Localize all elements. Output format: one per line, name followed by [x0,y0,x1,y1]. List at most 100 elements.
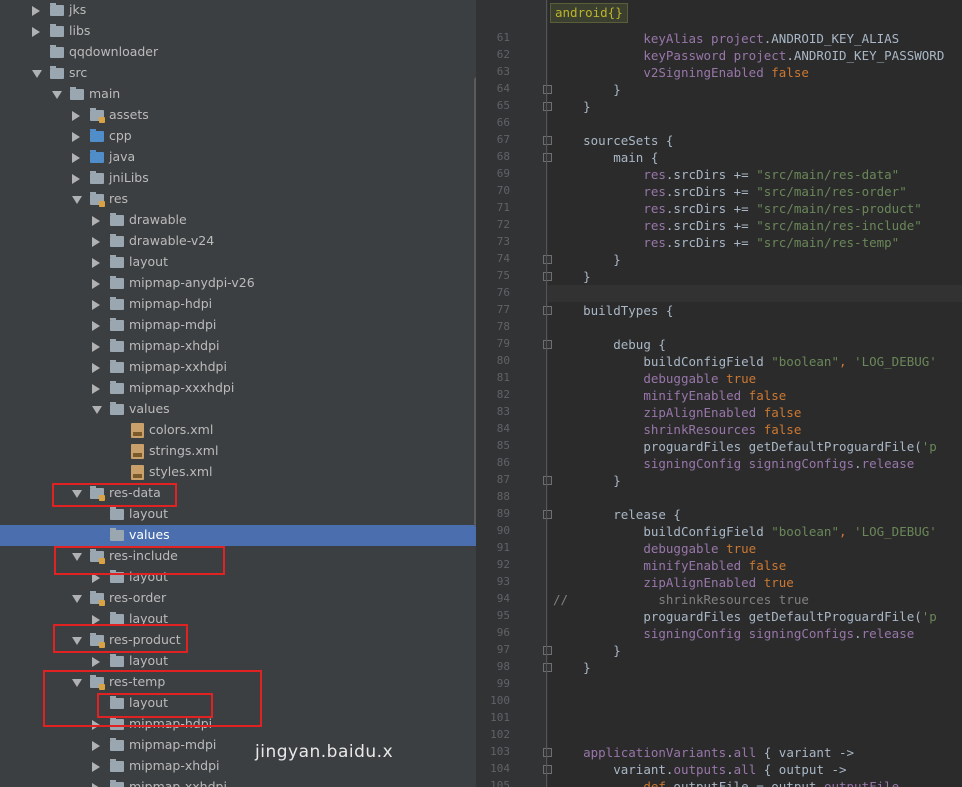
tree-item-libs[interactable]: libs [0,21,476,42]
tree-item-java[interactable]: java [0,147,476,168]
code-line[interactable]: buildConfigField "boolean", 'LOG_DEBUG' [553,354,937,369]
expand-arrow-icon[interactable] [52,91,62,99]
fold-marker-icon[interactable] [543,255,552,264]
code-line[interactable]: minifyEnabled false [553,558,786,573]
code-line[interactable]: // shrinkResources true [553,592,809,607]
tree-item-mipmap-xhdpi[interactable]: mipmap-xhdpi [0,336,476,357]
tree-item-cpp[interactable]: cpp [0,126,476,147]
expand-arrow-icon[interactable] [72,196,82,204]
tree-item-mipmap-mdpi[interactable]: mipmap-mdpi [0,735,476,756]
code-line[interactable]: minifyEnabled false [553,388,786,403]
panel-divider[interactable] [476,0,484,787]
collapse-arrow-icon[interactable] [92,216,100,226]
collapse-arrow-icon[interactable] [92,258,100,268]
tree-item-drawable[interactable]: drawable [0,210,476,231]
collapse-arrow-icon[interactable] [92,363,100,373]
collapse-arrow-icon[interactable] [92,300,100,310]
tree-item-layout[interactable]: layout [0,252,476,273]
collapse-arrow-icon[interactable] [92,741,100,751]
code-line[interactable]: sourceSets { [553,133,673,148]
code-line[interactable]: buildTypes { [553,303,673,318]
collapse-arrow-icon[interactable] [92,384,100,394]
code-line[interactable]: } [553,82,621,97]
code-line[interactable]: release { [553,507,681,522]
tree-item-mipmap-xxxhdpi[interactable]: mipmap-xxxhdpi [0,378,476,399]
tree-item-mipmap-xxhdpi[interactable]: mipmap-xxhdpi [0,777,476,787]
tree-item-res[interactable]: res [0,189,476,210]
code-line[interactable]: proguardFiles getDefaultProguardFile('p [553,439,937,454]
code-line[interactable]: zipAlignEnabled false [553,405,801,420]
code-line[interactable]: res.srcDirs += "src/main/res-data" [553,167,899,182]
collapse-arrow-icon[interactable] [32,6,40,16]
fold-marker-icon[interactable] [543,85,552,94]
code-line[interactable]: res.srcDirs += "src/main/res-temp" [553,235,899,250]
code-line[interactable]: shrinkResources false [553,422,801,437]
fold-marker-icon[interactable] [543,646,552,655]
tree-item-jks[interactable]: jks [0,0,476,21]
tree-item-values[interactable]: values [0,525,476,546]
fold-marker-icon[interactable] [543,663,552,672]
tree-item-qqdownloader[interactable]: qqdownloader [0,42,476,63]
fold-marker-icon[interactable] [543,272,552,281]
collapse-arrow-icon[interactable] [72,153,80,163]
code-line[interactable]: res.srcDirs += "src/main/res-include" [553,218,921,233]
code-line[interactable]: } [553,660,591,675]
code-line[interactable]: } [553,252,621,267]
code-line[interactable]: keyPassword project.ANDROID_KEY_PASSWORD [553,48,944,63]
tree-item-jnilibs[interactable]: jniLibs [0,168,476,189]
code-line[interactable]: main { [553,150,658,165]
code-editor[interactable]: 61 62 63 64 65 66 67 68 69 70 71 72 73 74 75 76 77 78 79 80… [484,0,962,787]
tree-item-values[interactable]: values [0,399,476,420]
expand-arrow-icon[interactable] [72,595,82,603]
tree-item-strings-xml[interactable]: strings.xml [0,441,476,462]
code-line[interactable]: variant.outputs.all { output -> [553,762,846,777]
fold-marker-icon[interactable] [543,510,552,519]
collapse-arrow-icon[interactable] [32,27,40,37]
collapse-arrow-icon[interactable] [92,657,100,667]
fold-marker-icon[interactable] [543,306,552,315]
code-line[interactable]: applicationVariants.all { variant -> [553,745,854,760]
code-line[interactable]: v2SigningEnabled false [553,65,809,80]
collapse-arrow-icon[interactable] [72,111,80,121]
code-line[interactable]: debug { [553,337,666,352]
fold-marker-icon[interactable] [543,340,552,349]
tree-item-layout[interactable]: layout [0,651,476,672]
code-line[interactable]: zipAlignEnabled true [553,575,794,590]
code-line[interactable]: proguardFiles getDefaultProguardFile('p [553,609,937,624]
tree-item-mipmap-xxhdpi[interactable]: mipmap-xxhdpi [0,357,476,378]
code-line[interactable]: } [553,99,591,114]
code-line[interactable]: debuggable true [553,371,756,386]
fold-marker-icon[interactable] [543,136,552,145]
collapse-arrow-icon[interactable] [72,174,80,184]
code-line[interactable]: buildConfigField "boolean", 'LOG_DEBUG' [553,524,937,539]
collapse-arrow-icon[interactable] [72,132,80,142]
tree-item-styles-xml[interactable]: styles.xml [0,462,476,483]
tree-item-mipmap-anydpi-v26[interactable]: mipmap-anydpi-v26 [0,273,476,294]
tree-item-assets[interactable]: assets [0,105,476,126]
collapse-arrow-icon[interactable] [92,762,100,772]
expand-arrow-icon[interactable] [92,406,102,414]
code-line[interactable]: } [553,269,591,284]
tree-item-main[interactable]: main [0,84,476,105]
fold-marker-icon[interactable] [543,476,552,485]
code-line[interactable]: keyAlias project.ANDROID_KEY_ALIAS [553,31,899,46]
tree-item-res-order[interactable]: res-order [0,588,476,609]
code-line[interactable]: res.srcDirs += "src/main/res-product" [553,201,921,216]
fold-marker-icon[interactable] [543,102,552,111]
editor-breadcrumb[interactable]: android{} [550,3,628,23]
code-line[interactable]: def outputFile = output.outputFile [553,779,899,787]
code-line[interactable]: signingConfig signingConfigs.release [553,456,914,471]
tree-item-src[interactable]: src [0,63,476,84]
code-line[interactable]: } [553,643,621,658]
tree-item-mipmap-hdpi[interactable]: mipmap-hdpi [0,294,476,315]
fold-marker-icon[interactable] [543,748,552,757]
fold-marker-icon[interactable] [543,765,552,774]
collapse-arrow-icon[interactable] [92,783,100,787]
tree-item-mipmap-xhdpi[interactable]: mipmap-xhdpi [0,756,476,777]
code-line[interactable]: debuggable true [553,541,756,556]
collapse-arrow-icon[interactable] [92,321,100,331]
tree-item-layout[interactable]: layout [0,504,476,525]
tree-item-drawable-v24[interactable]: drawable-v24 [0,231,476,252]
collapse-arrow-icon[interactable] [92,237,100,247]
code-line[interactable]: signingConfig signingConfigs.release [553,626,914,641]
